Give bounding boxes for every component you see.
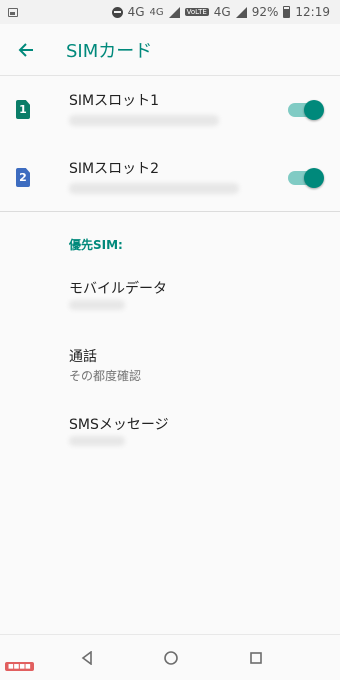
battery-percent: 92% bbox=[251, 5, 279, 19]
app-bar: SIMカード bbox=[0, 24, 340, 76]
sim-card-2-icon: 2 bbox=[16, 168, 30, 187]
nav-home-button[interactable] bbox=[161, 648, 181, 668]
toggle-thumb bbox=[304, 100, 324, 120]
preferred-sim-header: 優先SIM: bbox=[69, 238, 123, 252]
back-button[interactable] bbox=[0, 24, 52, 76]
sim-slot-1-number: 1 bbox=[19, 103, 27, 116]
arrow-back-icon bbox=[18, 42, 33, 57]
clock: 12:19 bbox=[295, 5, 330, 19]
status-bar: 4G 4G VoLTE 4G 92% 12:19 bbox=[0, 0, 340, 24]
sim-card-1-icon: 1 bbox=[16, 100, 30, 119]
network-type-2: 4G bbox=[213, 5, 231, 19]
navigation-bar bbox=[0, 634, 340, 680]
image-notification-icon bbox=[8, 7, 18, 17]
sms-value-redacted bbox=[69, 436, 125, 446]
triangle-back-icon bbox=[81, 651, 92, 665]
sim-slot-1-toggle[interactable] bbox=[288, 100, 324, 120]
mobile-data-preference[interactable]: モバイルデータ bbox=[0, 278, 340, 338]
mobile-data-value-redacted bbox=[69, 300, 125, 310]
network-type-1-tag: 4G bbox=[149, 6, 164, 18]
site-watermark-logo: ■■■■ bbox=[5, 662, 34, 671]
do-not-disturb-icon bbox=[111, 6, 123, 18]
calls-preference[interactable]: 通話 その都度確認 bbox=[0, 346, 340, 406]
mobile-data-title: モバイルデータ bbox=[69, 281, 167, 297]
sim-slot-2-title: SIMスロット2 bbox=[69, 161, 160, 177]
sim-slot-1-row[interactable]: 1 SIMスロット1 bbox=[0, 76, 340, 144]
network-type-1: 4G bbox=[127, 5, 145, 19]
sim-slot-1-number-redacted bbox=[69, 115, 219, 126]
nav-back-button[interactable] bbox=[77, 648, 97, 668]
nav-recents-button[interactable] bbox=[246, 648, 266, 668]
sim-slot-2-number-redacted bbox=[69, 183, 239, 194]
sim-slot-2-row[interactable]: 2 SIMスロット2 bbox=[0, 144, 340, 212]
section-divider bbox=[0, 211, 340, 212]
volte-badge: VoLTE bbox=[184, 8, 209, 16]
sim-slot-1-title: SIMスロット1 bbox=[69, 93, 160, 109]
signal-1-icon bbox=[168, 6, 180, 18]
square-recents-icon bbox=[250, 652, 262, 664]
battery-icon bbox=[283, 6, 291, 18]
sim-slot-2-number: 2 bbox=[19, 171, 27, 184]
sms-preference[interactable]: SMSメッセージ bbox=[0, 414, 340, 474]
sms-title: SMSメッセージ bbox=[69, 417, 169, 433]
circle-home-icon bbox=[164, 651, 178, 665]
signal-2-icon bbox=[235, 6, 247, 18]
sim-slot-2-toggle[interactable] bbox=[288, 168, 324, 188]
calls-subtitle: その都度確認 bbox=[69, 369, 142, 383]
toggle-thumb bbox=[304, 168, 324, 188]
page-title: SIMカード bbox=[66, 40, 153, 62]
calls-title: 通話 bbox=[69, 349, 97, 365]
